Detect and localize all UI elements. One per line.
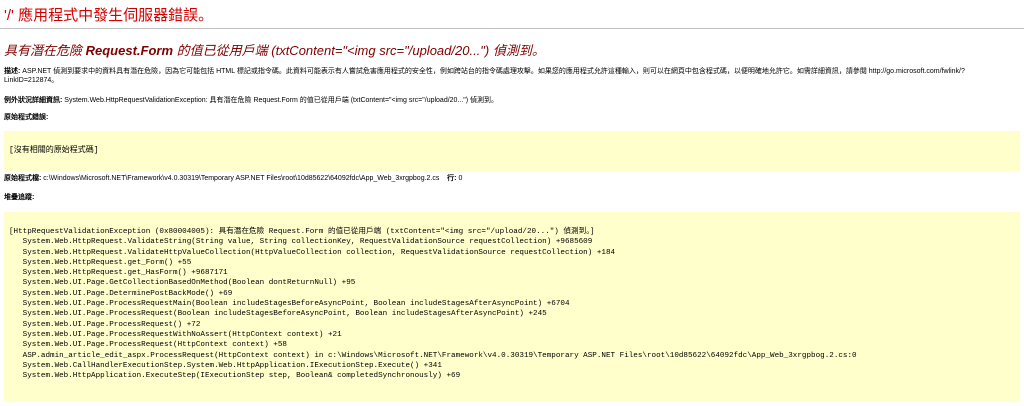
stack-trace-line: System.Web.UI.Page.DeterminePostBackMode… xyxy=(9,289,233,298)
stack-trace-label: 堆疊追蹤: xyxy=(4,194,35,201)
stack-trace-line: System.Web.HttpRequest.ValidateString(St… xyxy=(9,238,593,247)
title-divider xyxy=(0,28,1024,29)
stack-trace-line: System.Web.UI.Page.ProcessRequestWithNoA… xyxy=(9,330,342,339)
source-error-box: [沒有相關的原始程式碼] xyxy=(4,131,1020,171)
exception-label: 例外狀況詳細資訊: xyxy=(4,97,63,104)
source-file-label: 原始程式檔: xyxy=(4,175,42,182)
stack-trace-line: System.Web.HttpRequest.get_HasForm() +96… xyxy=(9,269,228,278)
stack-trace-line: System.Web.HttpRequest.ValidateHttpValue… xyxy=(9,248,616,257)
description-section: 描述: ASP.NET 偵測到要求中的資料具有潛在危險，因為它可能包括 HTML… xyxy=(4,67,1014,85)
source-error-label: 原始程式錯誤: xyxy=(4,114,49,121)
error-heading-prefix: 具有潛在危險 xyxy=(4,43,86,58)
source-file-line-value: 0 xyxy=(456,175,463,182)
source-file-line-label: 行: xyxy=(447,175,457,182)
stack-trace-line: System.Web.HttpApplication.ExecuteStep(I… xyxy=(9,372,461,381)
stack-trace-line: System.Web.HttpRequest.get_Form() +55 xyxy=(9,258,192,267)
stack-trace-line: System.Web.UI.Page.ProcessRequest(HttpCo… xyxy=(9,341,287,350)
description-text: ASP.NET 偵測到要求中的資料具有潛在危險，因為它可能包括 HTML 標記或… xyxy=(4,68,965,84)
stack-trace-box: [HttpRequestValidationException (0x80004… xyxy=(4,212,1020,402)
source-error-section: 原始程式錯誤: xyxy=(4,113,1014,122)
source-file-section: 原始程式檔: c:\Windows\Microsoft.NET\Framewor… xyxy=(4,174,1014,183)
stack-trace-line: System.Web.UI.Page.ProcessRequest(Boolea… xyxy=(9,310,547,319)
stack-trace-section: 堆疊追蹤: xyxy=(4,193,1014,202)
stack-trace-line: System.Web.UI.Page.ProcessRequestMain(Bo… xyxy=(9,300,570,309)
error-heading: 具有潛在危險 Request.Form 的值已從用戶端 (txtContent=… xyxy=(4,40,545,59)
error-heading-bold: Request.Form xyxy=(85,43,174,58)
source-error-box-text: [沒有相關的原始程式碼] xyxy=(9,146,99,155)
stack-trace-line: ASP.admin_article_edit_aspx.ProcessReque… xyxy=(9,351,857,360)
exception-text: System.Web.HttpRequestValidationExceptio… xyxy=(62,97,499,104)
stack-trace-line: System.Web.CallHandlerExecutionStep.Syst… xyxy=(9,361,442,370)
description-label: 描述: xyxy=(4,68,21,75)
error-heading-suffix: 的值已從用戶端 (txtContent="<img src="/upload/2… xyxy=(173,43,545,58)
stack-trace-line: [HttpRequestValidationException (0x80004… xyxy=(9,228,595,236)
stack-trace-line: System.Web.UI.Page.ProcessRequest() +72 xyxy=(9,320,201,329)
page-title: '/' 應用程式中發生伺服器錯誤。 xyxy=(4,7,214,24)
stack-trace-line: System.Web.UI.Page.GetCollectionBasedOnM… xyxy=(9,279,356,288)
stack-trace-text: [HttpRequestValidationException (0x80004… xyxy=(4,212,1020,381)
exception-section: 例外狀況詳細資訊: System.Web.HttpRequestValidati… xyxy=(4,96,1014,105)
source-file-path: c:\Windows\Microsoft.NET\Framework\v4.0.… xyxy=(41,175,440,182)
